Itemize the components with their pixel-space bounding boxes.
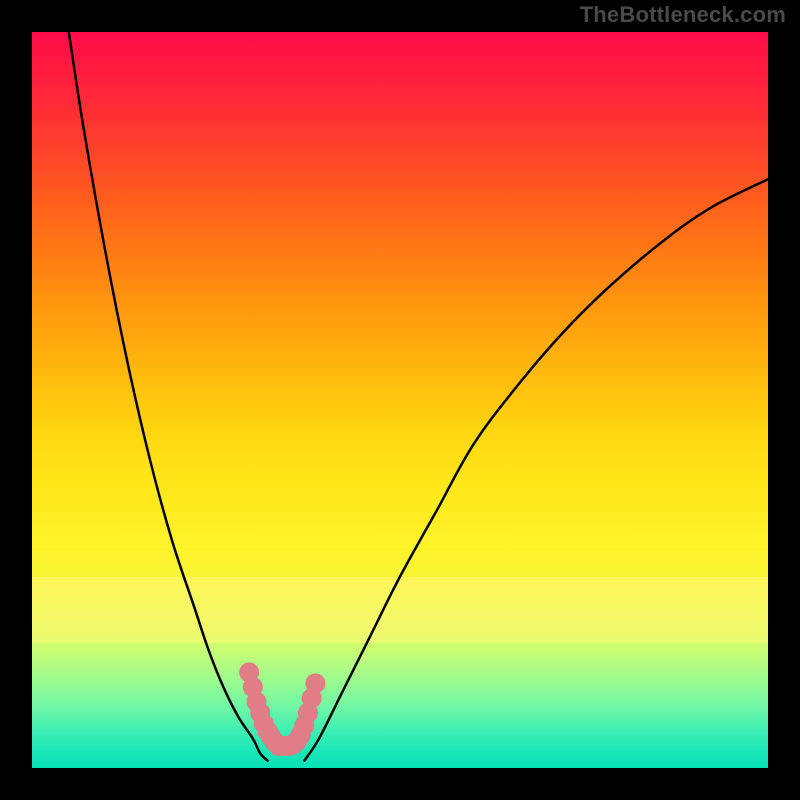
curve-layer (69, 32, 768, 761)
marker-dot (305, 673, 325, 693)
dots-layer (239, 662, 325, 756)
watermark-text: TheBottleneck.com (580, 2, 786, 28)
curve-left-branch (69, 32, 268, 761)
chart-svg (32, 32, 768, 768)
plot-area (32, 32, 768, 768)
chart-frame: TheBottleneck.com (0, 0, 800, 800)
curve-right-branch (304, 179, 768, 760)
